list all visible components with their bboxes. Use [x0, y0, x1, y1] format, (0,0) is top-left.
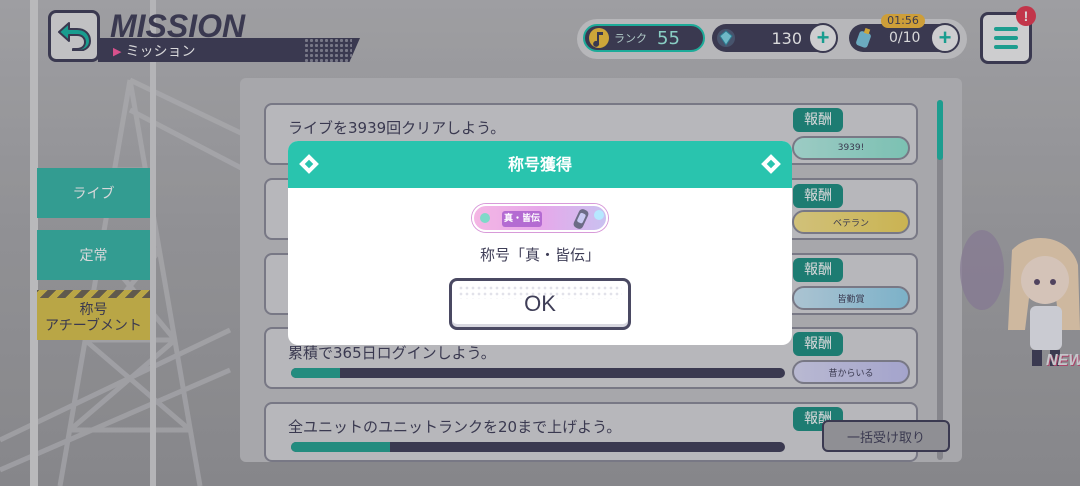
- title-plate: 真・皆伝: [472, 204, 608, 232]
- flower-icon: [480, 213, 490, 223]
- title-plate-tag: 真・皆伝: [502, 211, 542, 227]
- ok-button[interactable]: OK: [449, 278, 631, 330]
- dialog-title: 称号獲得: [507, 155, 572, 174]
- flower-icon: [594, 210, 604, 220]
- title-acquired-dialog: 称号獲得 真・皆伝 称号「真・皆伝」 OK: [288, 141, 792, 345]
- dialog-message: 称号「真・皆伝」: [479, 246, 600, 264]
- ok-button-label: OK: [524, 291, 556, 316]
- bottle-icon: [573, 209, 589, 229]
